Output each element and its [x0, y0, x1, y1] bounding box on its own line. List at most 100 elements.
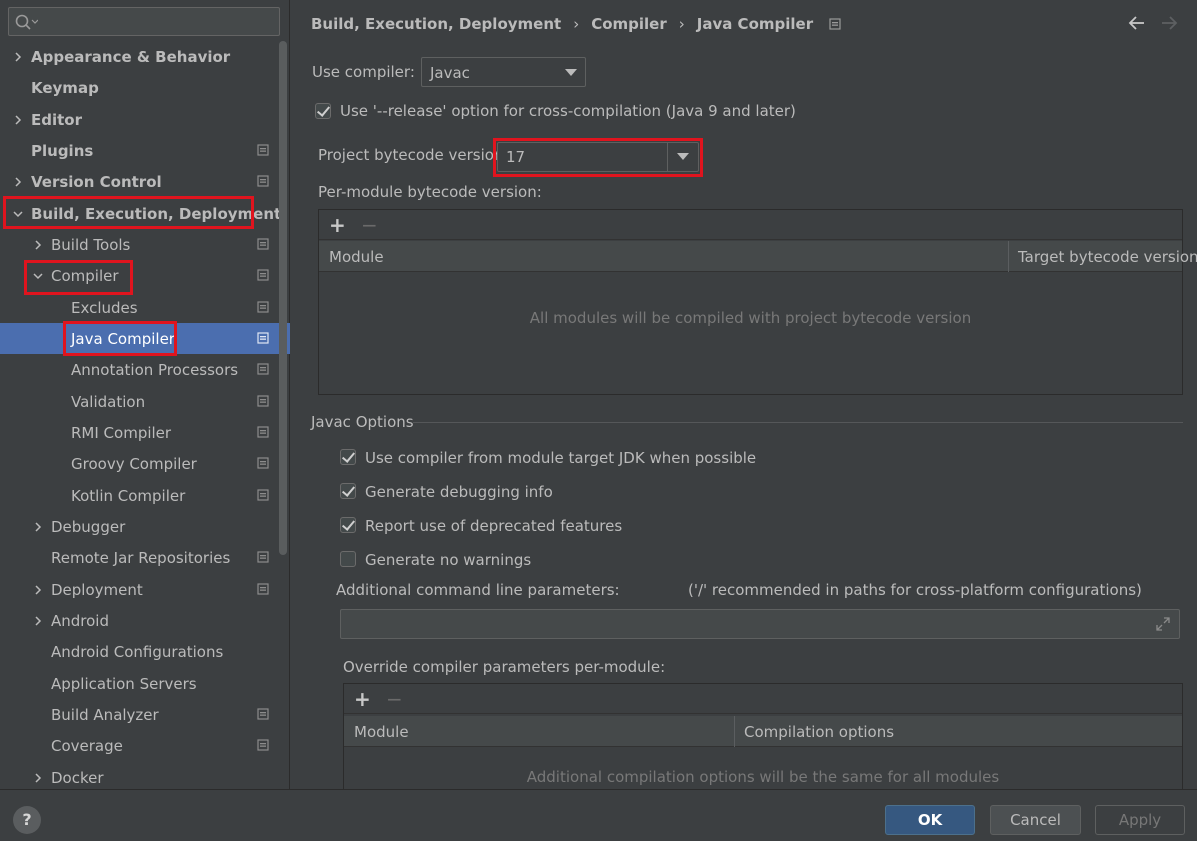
sidebar-item[interactable]: Excludes — [0, 292, 290, 323]
chevron-right-icon[interactable] — [12, 176, 24, 188]
chevron-right-icon[interactable] — [12, 114, 24, 126]
sidebar-item[interactable]: Appearance & Behavior — [0, 41, 290, 72]
column-header-module[interactable]: Module — [354, 723, 409, 741]
project-scope-icon — [257, 332, 269, 344]
project-scope-icon — [829, 18, 841, 30]
javac-options-title: Javac Options — [311, 413, 414, 431]
table-toolbar: + − — [344, 684, 1182, 714]
table-header: Module Target bytecode version — [319, 241, 1197, 272]
sidebar-item-label: Groovy Compiler — [71, 454, 197, 473]
project-scope-icon — [257, 301, 269, 313]
additional-params-hint: ('/' recommended in paths for cross-plat… — [688, 581, 1142, 599]
sidebar-item[interactable]: Build Analyzer — [0, 699, 290, 730]
chevron-right-icon[interactable] — [32, 615, 44, 627]
project-scope-icon — [257, 144, 269, 156]
bytecode-version-select[interactable]: 17 — [497, 142, 699, 172]
project-scope-icon — [257, 583, 269, 595]
sidebar-item-label: Compiler — [51, 266, 119, 285]
project-scope-icon — [257, 457, 269, 469]
sidebar-item[interactable]: Compiler — [0, 260, 290, 291]
ok-button[interactable]: OK — [885, 805, 975, 835]
sidebar-item-label: Plugins — [31, 141, 94, 160]
sidebar-item[interactable]: RMI Compiler — [0, 417, 290, 448]
sidebar-item[interactable]: Kotlin Compiler — [0, 480, 290, 511]
sidebar-item[interactable]: Java Compiler — [0, 323, 290, 354]
sidebar-item[interactable]: Debugger — [0, 511, 290, 542]
additional-params-field[interactable] — [340, 609, 1180, 639]
dropdown-arrow-icon — [677, 153, 689, 160]
sidebar-item-label: RMI Compiler — [71, 423, 172, 442]
forward-arrow-icon[interactable] — [1159, 13, 1179, 33]
sidebar-scrollbar[interactable] — [279, 41, 287, 555]
sidebar-item[interactable]: Annotation Processors — [0, 354, 290, 385]
project-scope-icon — [257, 551, 269, 563]
chevron-down-icon[interactable] — [32, 270, 44, 282]
chevron-right-icon[interactable] — [32, 772, 44, 784]
project-scope-icon — [257, 363, 269, 375]
sidebar-item[interactable]: Groovy Compiler — [0, 448, 290, 479]
use-compiler-select[interactable]: Javac — [421, 57, 586, 87]
table-empty-text: Additional compilation options will be t… — [526, 768, 1000, 786]
project-scope-icon — [257, 426, 269, 438]
chevron-down-icon[interactable] — [12, 208, 24, 220]
sidebar-item[interactable]: Build, Execution, Deployment — [0, 198, 290, 229]
chevron-right-icon[interactable] — [32, 521, 44, 533]
search-field[interactable] — [8, 7, 280, 36]
project-scope-icon — [257, 739, 269, 751]
apply-button[interactable]: Apply — [1095, 805, 1185, 835]
sidebar-item[interactable]: Application Servers — [0, 668, 290, 699]
search-icon — [15, 14, 38, 30]
project-scope-icon — [257, 708, 269, 720]
sidebar-item[interactable]: Coverage — [0, 730, 290, 761]
breadcrumb-item[interactable]: Build, Execution, Deployment — [311, 15, 561, 33]
column-header-target[interactable]: Target bytecode version — [1018, 248, 1197, 266]
option-checkbox[interactable] — [340, 517, 356, 533]
chevron-right-icon[interactable] — [12, 51, 24, 63]
sidebar-item-label: Validation — [71, 392, 146, 411]
sidebar-item-label: Java Compiler — [71, 329, 175, 348]
per-module-table: + − Module Target bytecode version All m… — [318, 209, 1197, 395]
chevron-right-icon[interactable] — [32, 584, 44, 596]
sidebar-item[interactable]: Android — [0, 605, 290, 636]
search-input[interactable] — [39, 11, 273, 32]
option-checkbox[interactable] — [340, 483, 356, 499]
back-arrow-icon[interactable] — [1127, 13, 1147, 33]
sidebar-item[interactable]: Deployment — [0, 574, 290, 605]
column-header-options[interactable]: Compilation options — [744, 723, 894, 741]
sidebar-item-label: Build Analyzer — [51, 705, 159, 724]
sidebar-item[interactable]: Editor — [0, 104, 290, 135]
remove-icon: − — [361, 213, 378, 237]
chevron-right-icon: › — [678, 15, 685, 33]
help-button[interactable]: ? — [13, 806, 41, 834]
sidebar-item-label: Coverage — [51, 736, 123, 755]
release-option-label: Use '--release' option for cross-compila… — [340, 102, 796, 120]
sidebar-item[interactable]: Validation — [0, 386, 290, 417]
sidebar-item-label: Version Control — [31, 172, 162, 191]
bytecode-version-value: 17 — [506, 148, 526, 166]
release-option-checkbox[interactable] — [315, 103, 331, 119]
option-checkbox[interactable] — [340, 449, 356, 465]
option-label: Use compiler from module target JDK when… — [365, 449, 757, 467]
sidebar-item[interactable]: Keymap — [0, 72, 290, 103]
sidebar-item-label: Remote Jar Repositories — [51, 548, 231, 567]
sidebar-item-label: Excludes — [71, 298, 138, 317]
sidebar-item[interactable]: Android Configurations — [0, 636, 290, 667]
sidebar-item[interactable]: Remote Jar Repositories — [0, 542, 290, 573]
sidebar-item[interactable]: Build Tools — [0, 229, 290, 260]
sidebar-item-label: Appearance & Behavior — [31, 47, 231, 66]
settings-content: Build, Execution, Deployment › Compiler … — [291, 0, 1197, 793]
dropdown-arrow-icon — [565, 69, 577, 76]
breadcrumb-item[interactable]: Compiler — [591, 15, 667, 33]
chevron-right-icon[interactable] — [32, 239, 44, 251]
expand-icon[interactable] — [1155, 616, 1171, 632]
sidebar-item[interactable]: Plugins — [0, 135, 290, 166]
column-header-module[interactable]: Module — [329, 248, 384, 266]
sidebar-item-label: Build Tools — [51, 235, 131, 254]
option-checkbox[interactable] — [340, 551, 356, 567]
cancel-button[interactable]: Cancel — [990, 805, 1081, 835]
add-icon[interactable]: + — [329, 213, 346, 237]
per-module-label: Per-module bytecode version: — [318, 183, 542, 201]
add-icon[interactable]: + — [354, 687, 371, 711]
remove-icon: − — [386, 687, 403, 711]
sidebar-item[interactable]: Version Control — [0, 166, 290, 197]
